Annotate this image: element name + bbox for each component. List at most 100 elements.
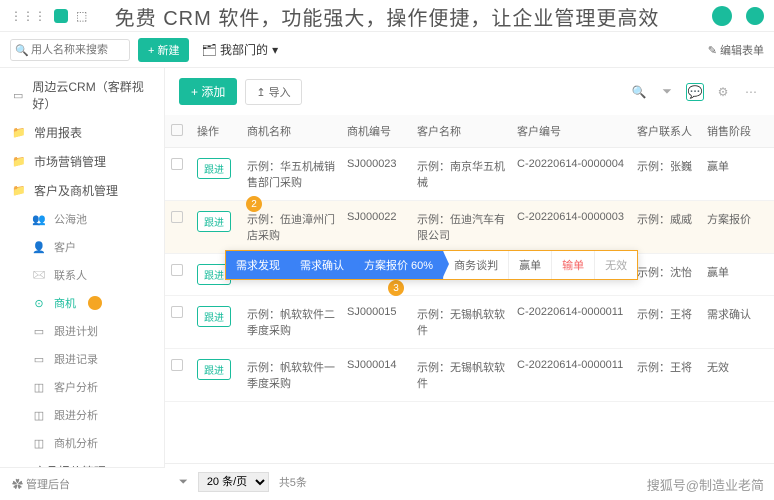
- sidebar-item[interactable]: 📁 市场营销管理: [0, 147, 164, 176]
- pipeline-stage[interactable]: 赢单: [508, 251, 551, 279]
- column-header[interactable]: 操作: [191, 115, 241, 148]
- sidebar-item[interactable]: 👤 客户: [0, 233, 164, 261]
- cell-custno: C-20220614-0000011: [511, 296, 631, 349]
- sidebar-icon: 👥: [32, 212, 46, 226]
- avatar[interactable]: [712, 6, 732, 26]
- cell-no: SJ000015: [341, 296, 411, 349]
- pipeline-stage[interactable]: 输单: [551, 251, 594, 279]
- sidebar-icon: ▭: [32, 324, 46, 338]
- pipeline-stage[interactable]: 需求确认: [290, 251, 354, 279]
- cell-custno: C-20220614-0000004: [511, 148, 631, 201]
- app-icon: [54, 9, 68, 23]
- sidebar-icon: 🖂: [32, 268, 46, 282]
- sidebar-label: 公海池: [54, 211, 87, 227]
- annotation-3: 3: [388, 280, 404, 296]
- column-header[interactable]: 商机编号: [341, 115, 411, 148]
- column-header[interactable]: 客户联系人: [631, 115, 701, 148]
- cell-custno: C-20220614-0000011: [511, 349, 631, 402]
- sidebar-label: 商机分析: [54, 435, 98, 451]
- sidebar-item[interactable]: ⊙商机: [0, 289, 164, 317]
- comment-icon[interactable]: 💬: [686, 83, 704, 101]
- sidebar-icon: ⊙: [32, 296, 46, 310]
- cell-stage: 赢单: [701, 254, 774, 296]
- import-button[interactable]: ↥ 导入: [245, 79, 301, 105]
- cell-no: SJ000023: [341, 148, 411, 201]
- select-all-checkbox[interactable]: [171, 124, 183, 136]
- sidebar-label: 客户: [54, 239, 76, 255]
- search-box: 🔍: [10, 39, 130, 61]
- sidebar-label: 跟进计划: [54, 323, 98, 339]
- new-button[interactable]: + 新建: [138, 38, 189, 62]
- table-row[interactable]: 跟进 示例：帆软软件二季度采购 SJ000015 示例：无锡帆软软件 C-202…: [165, 296, 774, 349]
- sidebar-icon: 📁: [12, 155, 26, 169]
- column-header[interactable]: 客户名称: [411, 115, 511, 148]
- sidebar-item[interactable]: 🖂 联系人: [0, 261, 164, 289]
- pipeline-stage[interactable]: 商务谈判: [443, 251, 508, 279]
- sidebar-item[interactable]: 👥 公海池: [0, 205, 164, 233]
- grid-icon[interactable]: [746, 7, 764, 25]
- sidebar-item[interactable]: ▭ 跟进计划: [0, 317, 164, 345]
- push-button[interactable]: 跟进: [197, 211, 231, 232]
- column-header[interactable]: 客户编号: [511, 115, 631, 148]
- sidebar-icon: ◫: [32, 436, 46, 450]
- search-icon: 🔍: [15, 44, 29, 57]
- push-button[interactable]: 跟进: [197, 306, 231, 327]
- push-button[interactable]: 跟进: [197, 359, 231, 380]
- chevron-down-icon: ▾: [272, 43, 278, 57]
- sidebar-item[interactable]: ◫ 商机分析: [0, 429, 164, 457]
- row-checkbox[interactable]: [171, 264, 183, 276]
- page-total: 共5条: [279, 474, 307, 490]
- sidebar-item[interactable]: 📁客户及商机管理: [0, 176, 164, 205]
- column-header[interactable]: [165, 115, 191, 148]
- page-jump[interactable]: ⏷: [179, 476, 188, 489]
- cell-contact: 示例：张巍: [631, 148, 701, 201]
- sidebar-label: 客户分析: [54, 379, 98, 395]
- sidebar-footer[interactable]: ✿ 管理后台: [0, 467, 165, 500]
- sidebar-label: 周边云CRM（客群视好）: [32, 78, 152, 112]
- add-button[interactable]: + 添加: [179, 78, 237, 105]
- cell-name: 示例：华五机械销售部门采购: [241, 148, 341, 201]
- sidebar-label: 市场营销管理: [34, 153, 106, 170]
- cell-stage: 赢单: [701, 148, 774, 201]
- sidebar-item[interactable]: ◫客户分析: [0, 373, 164, 401]
- topbar: ⋮⋮⋮ ⬚: [0, 0, 774, 32]
- sidebar-icon: 👤: [32, 240, 46, 254]
- edit-form-link[interactable]: ✎ 编辑表单: [708, 42, 764, 58]
- cell-customer: 示例：南京华五机械: [411, 148, 511, 201]
- app-title: ⬚: [76, 9, 87, 23]
- sidebar-icon: 📁: [12, 184, 26, 198]
- cell-customer: 示例：无锡帆软软件: [411, 296, 511, 349]
- column-header[interactable]: 商机名称: [241, 115, 341, 148]
- sidebar-item[interactable]: ▭ 周边云CRM（客群视好）: [0, 72, 164, 118]
- sidebar-label: 常用报表: [34, 124, 82, 141]
- cell-contact: 示例：王将: [631, 296, 701, 349]
- sidebar-item[interactable]: ▭跟进记录: [0, 345, 164, 373]
- apps-icon[interactable]: ⋮⋮⋮: [10, 9, 46, 23]
- pipeline-stage[interactable]: 无效: [594, 251, 637, 279]
- pipeline-stage[interactable]: 方案报价 60%: [354, 251, 443, 279]
- sidebar-icon: ◫: [32, 408, 46, 422]
- more-icon[interactable]: ⋯: [742, 83, 760, 101]
- main-toolbar: + 添加 ↥ 导入 🔍 ⏷ 💬 ⚙ ⋯: [165, 68, 774, 115]
- page-size-select[interactable]: 20 条/页: [198, 472, 269, 492]
- sidebar-label: 联系人: [54, 267, 87, 283]
- row-checkbox[interactable]: [171, 211, 183, 223]
- cell-no: SJ000022: [341, 201, 411, 254]
- sidebar-icon: ▭: [12, 88, 24, 102]
- row-checkbox[interactable]: [171, 158, 183, 170]
- table-row[interactable]: 跟进 示例：帆软软件一季度采购 SJ000014 示例：无锡帆软软件 C-202…: [165, 349, 774, 402]
- push-button[interactable]: 跟进: [197, 158, 231, 179]
- table-row[interactable]: 跟进 示例：华五机械销售部门采购 SJ000023 示例：南京华五机械 C-20…: [165, 148, 774, 201]
- search-icon[interactable]: 🔍: [630, 83, 648, 101]
- column-header[interactable]: 销售阶段: [701, 115, 774, 148]
- sidebar-item[interactable]: ◫跟进分析: [0, 401, 164, 429]
- pipeline-stage[interactable]: 需求发现: [226, 251, 290, 279]
- filter-icon[interactable]: ⏷: [658, 83, 676, 101]
- cell-stage: 方案报价: [701, 201, 774, 254]
- sidebar-item[interactable]: 📁常用报表: [0, 118, 164, 147]
- row-checkbox[interactable]: [171, 359, 183, 371]
- annotation-2: 2: [246, 196, 262, 212]
- scope-select[interactable]: 🗂 我部门的 ▾: [197, 37, 282, 62]
- row-checkbox[interactable]: [171, 306, 183, 318]
- settings-icon[interactable]: ⚙: [714, 83, 732, 101]
